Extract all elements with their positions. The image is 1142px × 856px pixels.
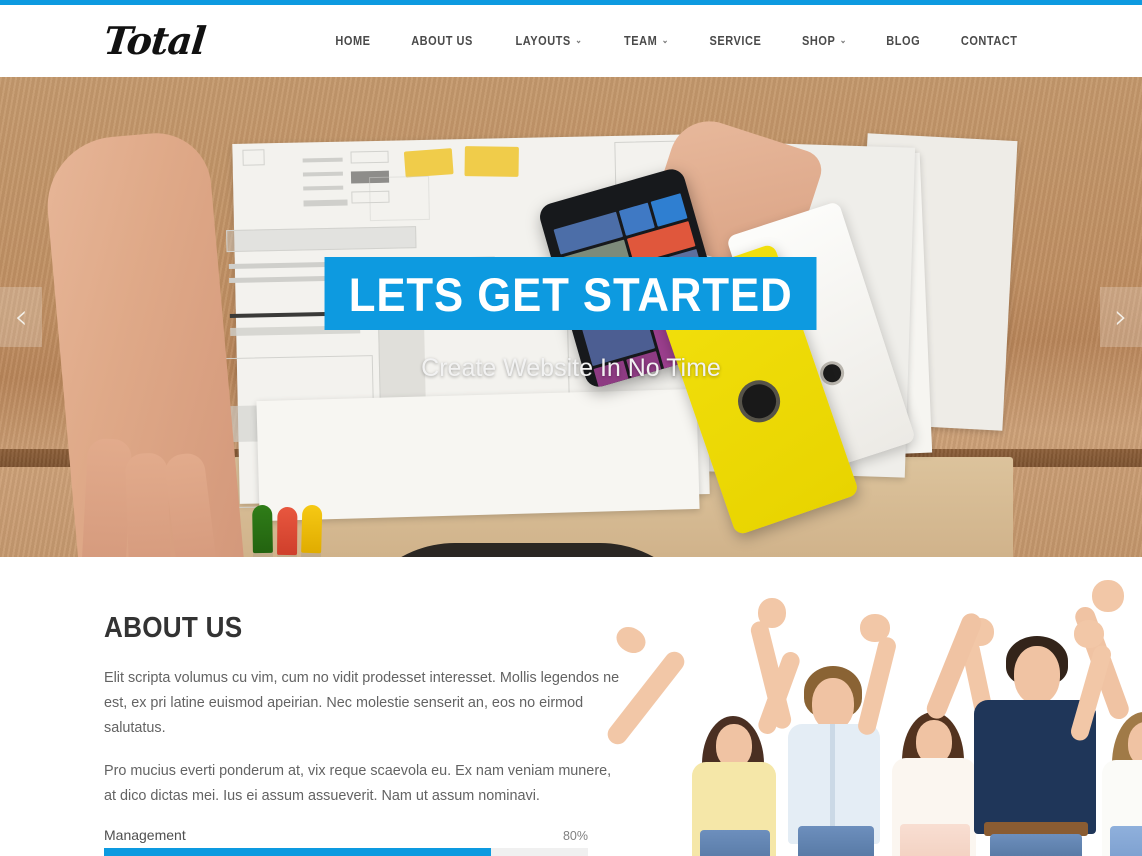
nav-item-label: ABOUT US bbox=[411, 34, 474, 48]
nav-item-label: LAYOUTS bbox=[515, 34, 572, 48]
nav-item-label: BLOG bbox=[886, 34, 921, 48]
nav-item-label: HOME bbox=[335, 34, 371, 48]
skill-percent: 80% bbox=[562, 829, 588, 843]
nav-item-label: SHOP bbox=[802, 34, 836, 48]
chevron-down-icon: ⌄ bbox=[575, 34, 583, 45]
nav-item-team[interactable]: TEAM ⌄ bbox=[609, 34, 684, 48]
skill-label: Management bbox=[104, 827, 186, 843]
progress-fill bbox=[104, 848, 492, 856]
nav-item-contact[interactable]: CONTACT bbox=[946, 34, 1033, 48]
hero-slider: LETS GET STARTED Create Website In No Ti… bbox=[0, 77, 1142, 557]
site-header: Total HOME ABOUT US LAYOUTS ⌄ TEAM ⌄ SER… bbox=[0, 5, 1142, 77]
nav-item-layouts[interactable]: LAYOUTS ⌄ bbox=[501, 34, 598, 48]
nav-item-label: CONTACT bbox=[960, 34, 1018, 48]
marker-green bbox=[252, 504, 274, 557]
nav-item-service[interactable]: SERVICE bbox=[695, 34, 777, 48]
nav-item-about-us[interactable]: ABOUT US bbox=[397, 34, 489, 48]
nav-item-home[interactable]: HOME bbox=[321, 34, 386, 48]
hero-title: LETS GET STARTED bbox=[324, 257, 818, 330]
page-title: ABOUT US bbox=[104, 612, 243, 644]
slider-next-arrow[interactable]: › bbox=[1100, 287, 1142, 347]
marker-red bbox=[276, 506, 298, 557]
nav-item-label: TEAM bbox=[624, 34, 658, 48]
nav-item-label: SERVICE bbox=[709, 34, 762, 48]
site-logo[interactable]: Total bbox=[102, 18, 208, 63]
progress-track bbox=[104, 848, 588, 856]
paper-sheet bbox=[256, 388, 700, 522]
main-navigation: HOME ABOUT US LAYOUTS ⌄ TEAM ⌄ SERVICE S… bbox=[316, 34, 1038, 48]
about-paragraph-2: Pro mucius everti ponderum at, vix reque… bbox=[104, 763, 612, 804]
chevron-down-icon: ⌄ bbox=[662, 34, 670, 45]
hero-subtitle: Create Website In No Time bbox=[421, 354, 721, 382]
slider-prev-arrow[interactable]: ‹ bbox=[0, 287, 42, 347]
chevron-left-icon: ‹ bbox=[14, 297, 28, 337]
team-photo bbox=[603, 567, 1142, 856]
nav-item-shop[interactable]: SHOP ⌄ bbox=[787, 34, 862, 48]
about-section: ABOUT US Elit scripta volumus cu vim, cu… bbox=[0, 557, 1142, 856]
about-paragraph-1: Elit scripta volumus cu vim, cum no vidi… bbox=[104, 670, 620, 736]
chevron-right-icon: › bbox=[1114, 297, 1128, 337]
skill-item-management: Management 80% bbox=[104, 827, 588, 856]
about-content: ABOUT US Elit scripta volumus cu vim, cu… bbox=[104, 557, 624, 856]
hero-caption: LETS GET STARTED Create Website In No Ti… bbox=[0, 257, 1142, 383]
about-image bbox=[603, 557, 1142, 856]
marker-yellow bbox=[299, 504, 323, 557]
nav-item-blog[interactable]: BLOG bbox=[871, 34, 935, 48]
skill-bars: Management 80% Marketing 90% bbox=[104, 827, 588, 856]
person bbox=[1068, 614, 1142, 856]
chevron-down-icon: ⌄ bbox=[839, 34, 848, 45]
